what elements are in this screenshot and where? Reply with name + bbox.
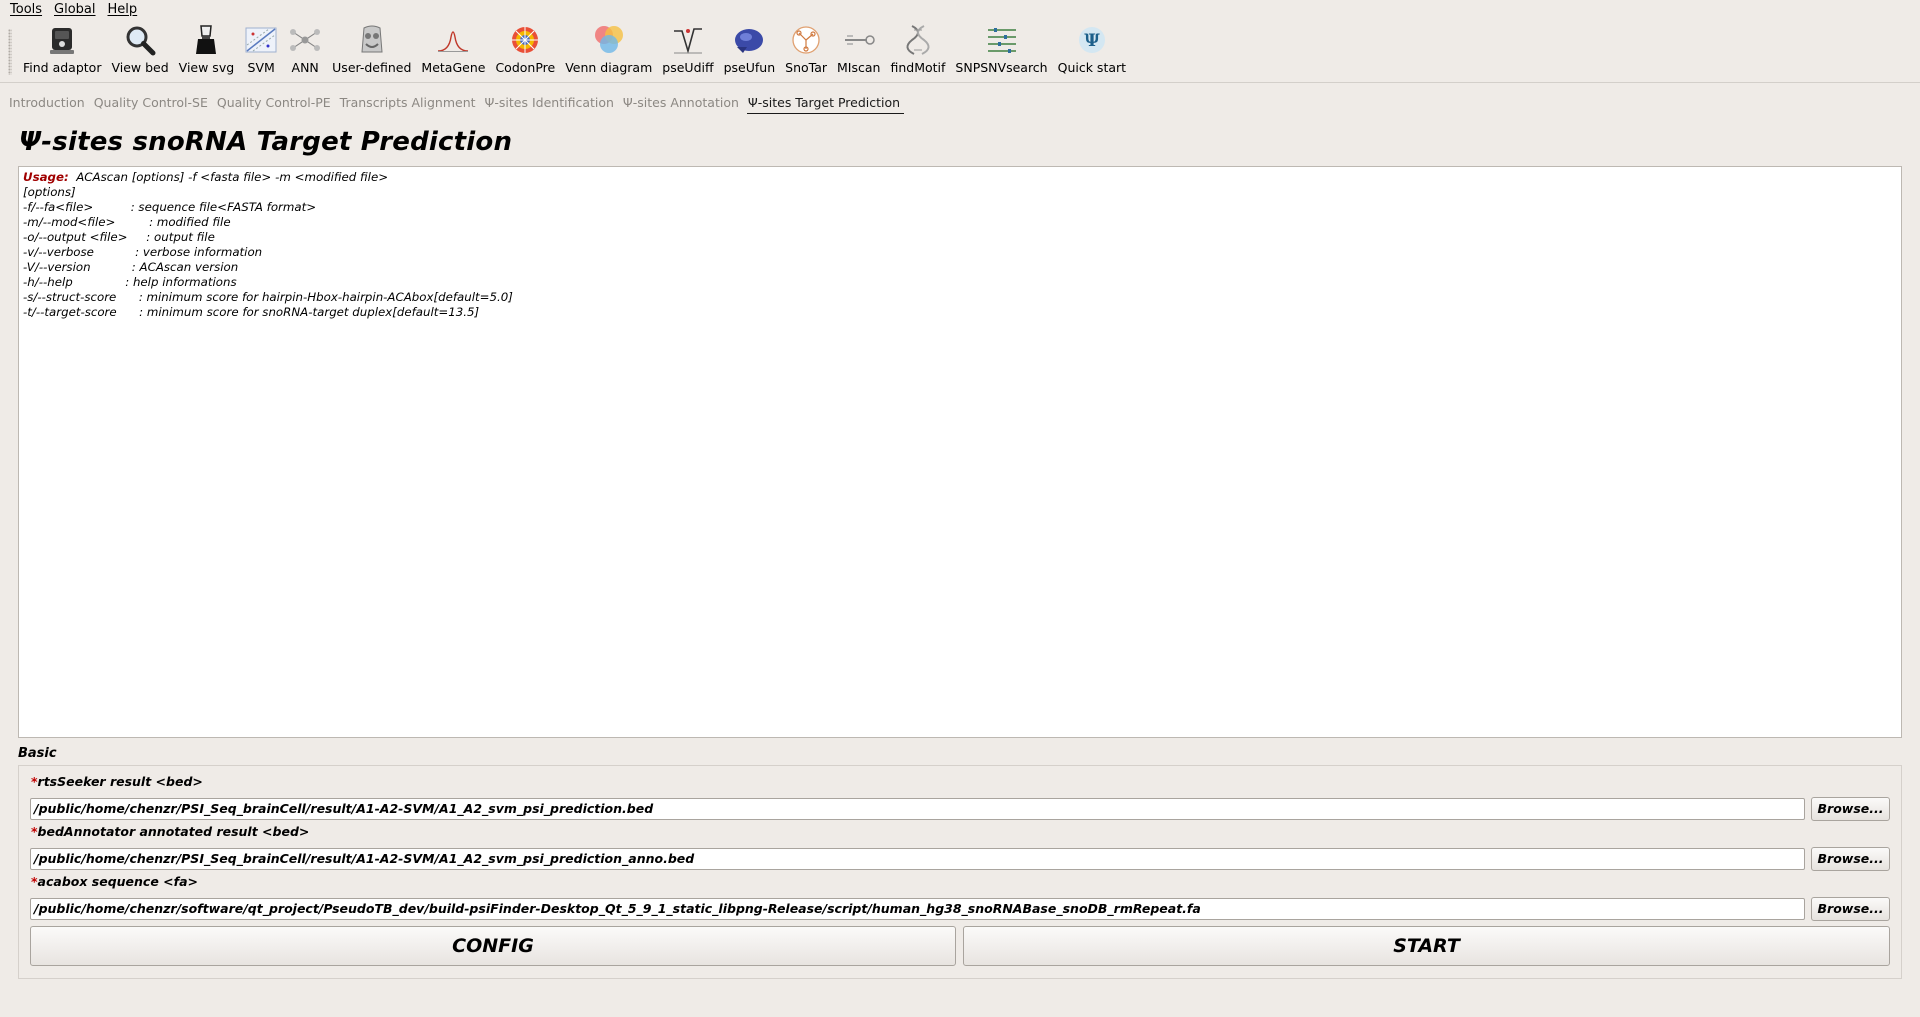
- tool-label: findMotif: [890, 60, 946, 75]
- usage-option-line: -f/--fa<file> : sequence file<FASTA form…: [23, 200, 317, 214]
- svg-text:Ψ: Ψ: [1084, 31, 1100, 51]
- bedannotator-result-input[interactable]: /public/home/chenzr/PSI_Seq_brainCell/re…: [30, 848, 1805, 870]
- acabox-sequence-input[interactable]: /public/home/chenzr/software/qt_project/…: [30, 898, 1805, 920]
- tab-quality-control-se[interactable]: Quality Control-SE: [93, 93, 212, 114]
- tool-label: User-defined: [332, 60, 412, 75]
- clip-icon: [189, 23, 223, 57]
- snpsnvsearch-button[interactable]: SNPSNVsearch: [950, 19, 1052, 79]
- tool-label: View svg: [178, 60, 235, 75]
- acabox-browse-button[interactable]: Browse...: [1811, 897, 1890, 921]
- usage-option-line: -t/--target-score : minimum score for sn…: [23, 305, 480, 319]
- tab-transcripts-alignment[interactable]: Transcripts Alignment: [339, 93, 480, 114]
- pseufun-button[interactable]: pseUfun: [719, 19, 781, 79]
- usage-option-line: -h/--help : help informations: [23, 275, 237, 289]
- usage-label: Usage:: [23, 170, 69, 184]
- menu-global[interactable]: Global: [48, 2, 101, 17]
- tab-bar: Introduction Quality Control-SE Quality …: [8, 93, 908, 114]
- bedannotator-result-label: *bedAnnotator annotated result <bed>: [31, 824, 310, 839]
- rtsseeker-browse-button[interactable]: Browse...: [1811, 797, 1890, 821]
- usage-option-line: -v/--verbose : verbose information: [23, 245, 263, 259]
- rtsseeker-result-label: *rtsSeeker result <bed>: [31, 774, 203, 789]
- page-title: Ψ-sites snoRNA Target Prediction: [19, 127, 513, 157]
- usage-text-panel[interactable]: Usage: ACAscan [options] -f <fasta file>…: [18, 166, 1902, 738]
- find-adaptor-icon: [45, 23, 79, 57]
- usage-option-line: -s/--struct-score : minimum score for ha…: [23, 290, 513, 304]
- miscan-button[interactable]: MIscan: [832, 19, 885, 79]
- quick-start-button[interactable]: Ψ Quick start: [1053, 19, 1131, 79]
- menu-tools[interactable]: Tools: [4, 2, 48, 17]
- usage-option-line: [options]: [23, 185, 76, 199]
- magnifier-icon: [123, 23, 157, 57]
- usage-option-line: -V/--version : ACAscan version: [23, 260, 239, 274]
- snotar-icon: [789, 23, 823, 57]
- ann-button[interactable]: ANN: [283, 19, 327, 79]
- metagene-button[interactable]: MetaGene: [416, 19, 490, 79]
- tool-label: Venn diagram: [565, 60, 653, 75]
- rtsseeker-result-input[interactable]: /public/home/chenzr/PSI_Seq_brainCell/re…: [30, 798, 1805, 820]
- tab-psi-sites-target-prediction[interactable]: Ψ-sites Target Prediction: [746, 93, 905, 114]
- tool-label: pseUdiff: [662, 60, 714, 75]
- tab-psi-sites-identification[interactable]: Ψ-sites Identification: [484, 93, 618, 114]
- view-svg-button[interactable]: View svg: [174, 19, 239, 79]
- tool-label: SNPSNVsearch: [955, 60, 1048, 75]
- venn-diagram-button[interactable]: Venn diagram: [560, 19, 657, 79]
- tool-label: ANN: [291, 60, 319, 75]
- basic-group-title: Basic: [18, 746, 57, 761]
- tool-label: SnoTar: [785, 60, 828, 75]
- svm-button[interactable]: SVM: [239, 19, 283, 79]
- acabox-sequence-label: *acabox sequence <fa>: [31, 874, 198, 889]
- snpsnv-icon: [985, 23, 1019, 57]
- metagene-peak-icon: [436, 23, 470, 57]
- psi-icon: Ψ: [1075, 23, 1109, 57]
- pseudiff-button[interactable]: pseUdiff: [657, 19, 718, 79]
- usage-option-line: -m/--mod<file> : modified file: [23, 215, 231, 229]
- bedannotator-browse-button[interactable]: Browse...: [1811, 847, 1890, 871]
- toolbar: Find adaptor View bed View svg SVM ANN U…: [0, 19, 1920, 83]
- tool-label: View bed: [111, 60, 169, 75]
- ann-network-icon: [288, 23, 322, 57]
- findmotif-button[interactable]: findMotif: [885, 19, 950, 79]
- menubar: Tools Global Help: [0, 0, 1920, 18]
- miscan-icon: [842, 23, 876, 57]
- pseufun-icon: [732, 23, 766, 57]
- tool-label: Find adaptor: [23, 60, 102, 75]
- tool-label: MetaGene: [421, 60, 486, 75]
- codon-wheel-icon: [508, 23, 542, 57]
- tool-label: pseUfun: [723, 60, 776, 75]
- tab-psi-sites-annotation[interactable]: Ψ-sites Annotation: [622, 93, 743, 114]
- usage-command: ACAscan [options] -f <fasta file> -m <mo…: [68, 170, 389, 184]
- tool-label: MIscan: [837, 60, 881, 75]
- view-bed-button[interactable]: View bed: [106, 19, 173, 79]
- venn-icon: [592, 23, 626, 57]
- config-button[interactable]: CONFIG: [30, 926, 956, 966]
- tool-label: SVM: [247, 60, 275, 75]
- user-defined-icon: [355, 23, 389, 57]
- codonpre-button[interactable]: CodonPre: [490, 19, 560, 79]
- menu-help[interactable]: Help: [102, 2, 144, 17]
- usage-command-line: Usage: ACAscan [options] -f <fasta file>…: [23, 170, 1897, 185]
- tab-quality-control-pe[interactable]: Quality Control-PE: [216, 93, 335, 114]
- findmotif-icon: [901, 23, 935, 57]
- find-adaptor-button[interactable]: Find adaptor: [18, 19, 106, 79]
- tool-label: Quick start: [1057, 60, 1127, 75]
- tool-label: CodonPre: [495, 60, 556, 75]
- start-button[interactable]: START: [963, 926, 1890, 966]
- user-defined-button[interactable]: User-defined: [327, 19, 416, 79]
- snotar-button[interactable]: SnoTar: [780, 19, 832, 79]
- svm-icon: [244, 23, 278, 57]
- pseudiff-icon: [671, 23, 705, 57]
- usage-option-line: -o/--output <file> : output file: [23, 230, 215, 244]
- basic-group: *rtsSeeker result <bed> /public/home/che…: [18, 765, 1902, 979]
- tab-introduction[interactable]: Introduction: [8, 93, 89, 114]
- toolbar-grip[interactable]: [8, 29, 12, 75]
